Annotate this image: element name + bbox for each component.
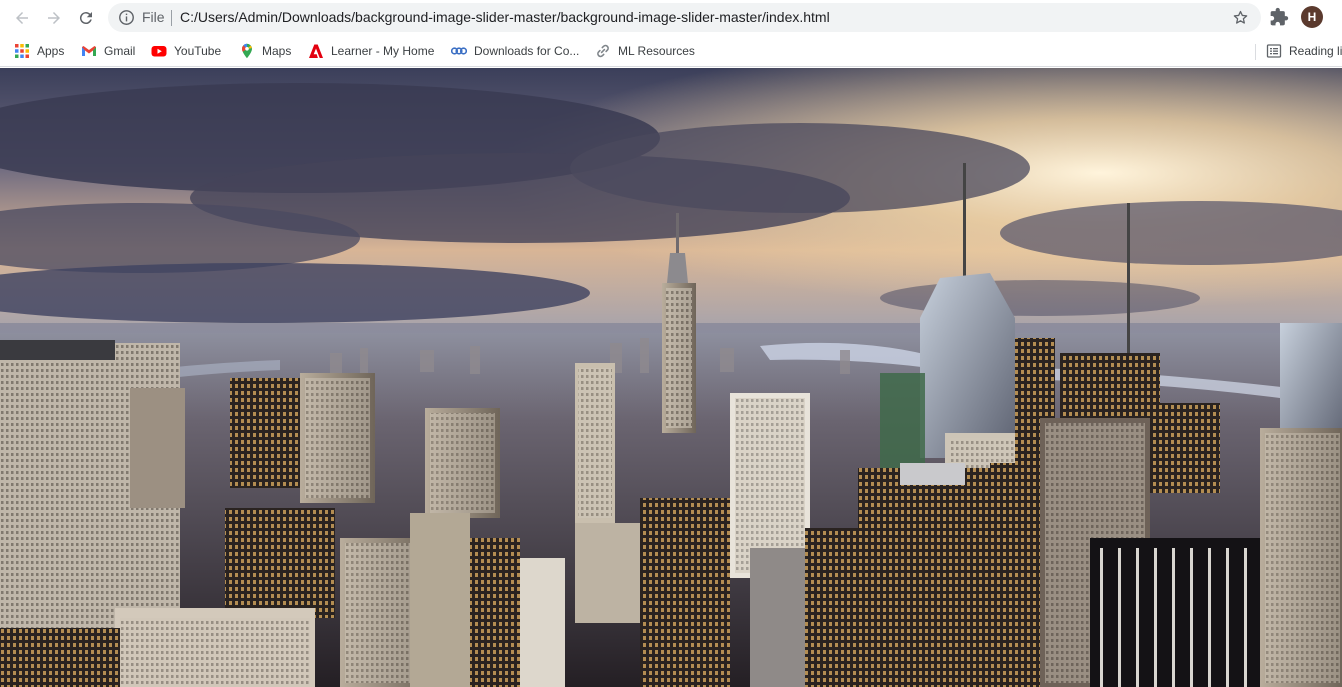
ccs-icon [451,47,467,55]
arrow-right-icon [48,12,60,24]
bookmark-maps[interactable]: Maps [239,41,291,61]
bookmark-label: Learner - My Home [331,44,435,58]
bookmark-youtube[interactable]: YouTube [151,41,221,61]
url-scheme-label: File [142,9,165,25]
bookmark-label: Gmail [104,44,136,58]
reload-button[interactable] [73,5,99,31]
bookmark-star-icon[interactable] [1232,9,1249,26]
bookmarks-bar: Apps Gmail YouTube Maps Learner - My Hom… [0,35,1342,67]
bookmark-ml-resources[interactable]: ML Resources [595,41,695,61]
profile-avatar[interactable]: H [1301,6,1323,28]
bookmark-label: Apps [37,44,65,58]
bookmark-label: Downloads for Co... [474,44,580,58]
omnibox-divider [171,10,172,26]
bookmark-downloads-for-co[interactable]: Downloads for Co... [451,41,579,61]
bookmark-apps[interactable]: Apps [14,41,64,61]
bookmark-learner-my-home[interactable]: Learner - My Home [308,41,434,61]
page-content [0,68,1342,687]
reading-list-button[interactable]: Reading li [1266,41,1342,61]
forward-button[interactable] [41,5,67,31]
bookmark-label: ML Resources [618,44,695,58]
city-skyline-background-image [0,68,1342,687]
bookmark-label: YouTube [174,44,222,58]
reload-icon [79,12,92,25]
bookmarks-divider [1255,44,1256,60]
bookmark-label: Maps [262,44,292,58]
maps-pin-icon [242,43,252,59]
youtube-icon [151,46,167,57]
link-icon [597,44,609,58]
address-bar[interactable]: File C:/Users/Admin/Downloads/background… [108,3,1261,32]
bookmark-label: Reading li [1289,44,1342,58]
bookmark-gmail[interactable]: Gmail [81,41,135,61]
reading-list-icon [1266,44,1282,58]
info-icon[interactable] [118,9,135,26]
url-text[interactable]: C:/Users/Admin/Downloads/background-imag… [180,10,830,25]
adobe-icon [309,44,323,58]
gmail-icon [82,46,96,56]
apps-grid-icon [15,44,29,58]
back-button[interactable] [9,5,35,31]
arrow-left-icon [16,12,28,24]
browser-toolbar: File C:/Users/Admin/Downloads/background… [0,0,1342,35]
extensions-puzzle-icon[interactable] [1269,7,1289,27]
